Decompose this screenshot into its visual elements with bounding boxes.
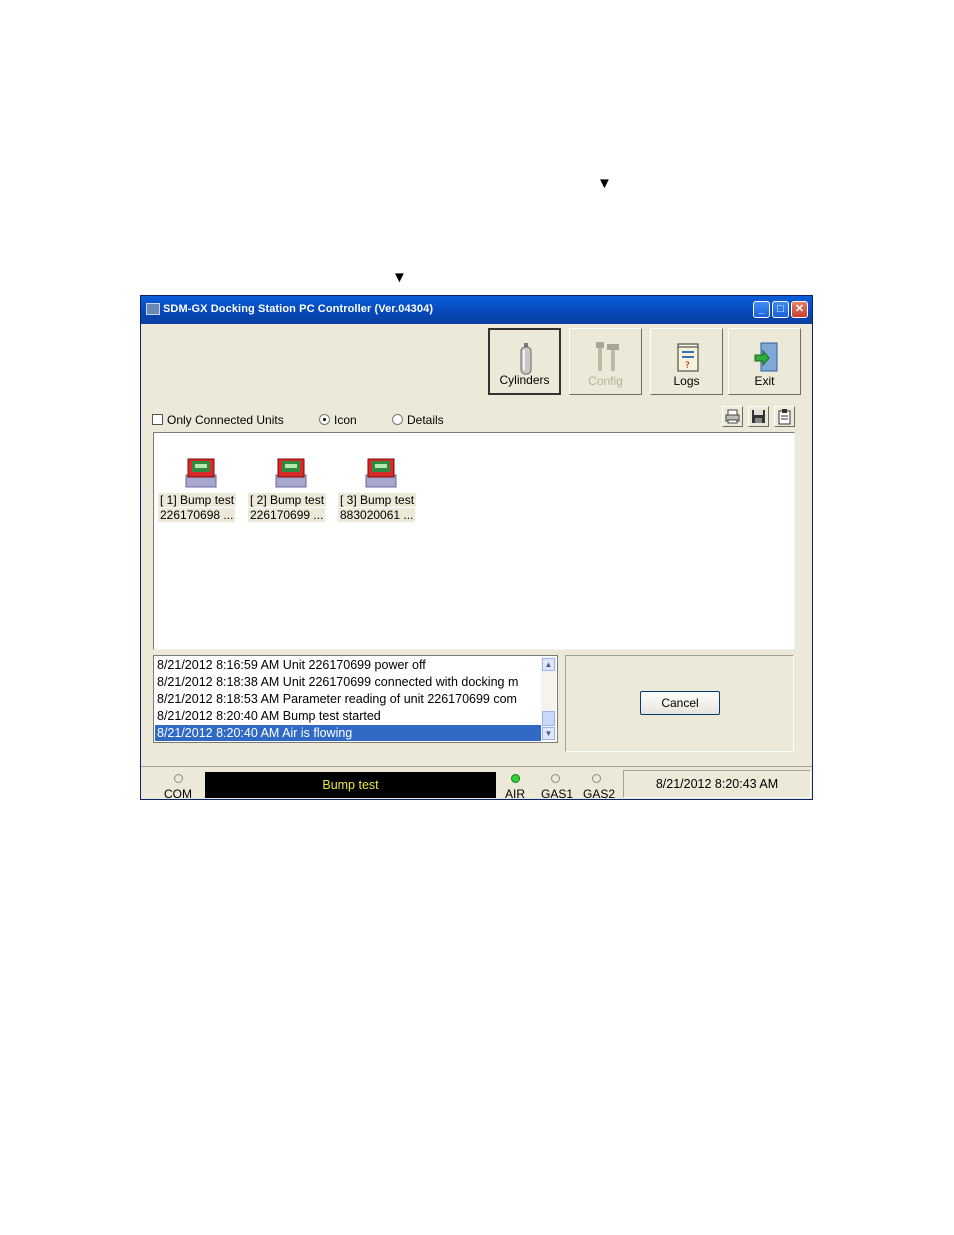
unit-serial-label: 226170698 ... — [158, 508, 236, 522]
gas1-indicator-light — [551, 774, 560, 783]
log-entry[interactable]: 8/21/2012 8:18:38 AM Unit 226170699 conn… — [157, 674, 542, 690]
logs-label: Logs — [673, 374, 700, 388]
cancel-button[interactable]: Cancel — [640, 691, 720, 715]
gas2-label: GAS2 — [583, 787, 616, 801]
icon-view-radio[interactable]: Icon — [319, 413, 357, 427]
gas1-label: GAS1 — [541, 787, 574, 801]
arrow-marker-1: ▼ — [597, 175, 612, 192]
docking-unit-icon — [275, 458, 307, 488]
unit-item-2[interactable]: [ 2] Bump test 226170699 ... — [248, 453, 334, 525]
status-display: Bump test — [205, 772, 496, 798]
docking-unit-icon — [185, 458, 217, 488]
only-connected-checkbox[interactable]: Only Connected Units — [152, 413, 284, 427]
log-scrollbar[interactable]: ▲ ▼ — [541, 657, 556, 741]
details-view-radio[interactable]: Details — [392, 413, 444, 427]
log-entry[interactable]: 8/21/2012 8:20:40 AM Bump test started — [157, 708, 542, 724]
docking-unit-icon — [365, 458, 397, 488]
radio-details[interactable] — [392, 414, 403, 425]
gas2-indicator-light — [592, 774, 601, 783]
com-label: COM — [164, 787, 192, 801]
exit-door-icon — [754, 342, 778, 372]
scroll-up-arrow[interactable]: ▲ — [542, 658, 555, 671]
printer-icon — [725, 409, 740, 424]
unit-serial-label: 883020061 ... — [338, 508, 416, 522]
air-indicator-light — [511, 774, 520, 783]
copy-to-clipboard-button[interactable] — [774, 406, 795, 427]
save-button[interactable] — [748, 406, 769, 427]
unit-status-label: [ 3] Bump test — [338, 493, 417, 507]
arrow-marker-2: ▼ — [392, 269, 407, 286]
unit-status-label: [ 2] Bump test — [248, 493, 327, 507]
log-entry[interactable]: 8/21/2012 8:18:53 AM Parameter reading o… — [157, 691, 542, 707]
config-button: Config — [569, 328, 642, 395]
app-window: SDM-GX Docking Station PC Controller (Ve… — [140, 295, 813, 801]
log-entry[interactable]: 8/21/2012 8:16:59 AM Unit 226170699 powe… — [157, 657, 542, 673]
unit-list-panel[interactable]: [ 1] Bump test 226170698 ... [ 2] Bump t… — [153, 432, 795, 650]
scroll-thumb[interactable] — [542, 711, 555, 726]
unit-status-label: [ 1] Bump test — [158, 493, 237, 507]
svg-text:?: ? — [685, 361, 690, 371]
icon-view-label: Icon — [334, 413, 357, 427]
cylinder-icon — [520, 343, 532, 375]
maximize-button[interactable]: □ — [772, 301, 789, 318]
com-indicator-light — [174, 774, 183, 783]
close-button[interactable]: ✕ — [791, 301, 808, 318]
action-panel: Cancel — [565, 655, 794, 752]
unit-serial-label: 226170699 ... — [248, 508, 326, 522]
cylinders-button[interactable]: Cylinders — [488, 328, 561, 395]
logbook-icon: ? — [677, 343, 699, 372]
exit-button[interactable]: Exit — [728, 328, 801, 395]
scroll-down-arrow[interactable]: ▼ — [542, 727, 555, 740]
cylinders-label: Cylinders — [499, 373, 550, 387]
only-connected-label: Only Connected Units — [167, 413, 284, 427]
title-bar[interactable]: SDM-GX Docking Station PC Controller (Ve… — [141, 296, 812, 324]
unit-item-1[interactable]: [ 1] Bump test 226170698 ... — [158, 453, 244, 525]
air-label: AIR — [505, 787, 526, 801]
window-title: SDM-GX Docking Station PC Controller (Ve… — [163, 303, 434, 315]
details-view-label: Details — [407, 413, 444, 427]
floppy-disk-icon — [752, 410, 765, 423]
checkbox-box[interactable] — [152, 414, 163, 425]
app-icon — [146, 303, 160, 315]
tools-icon — [596, 342, 619, 371]
radio-icon-selected[interactable] — [319, 414, 330, 425]
logs-button[interactable]: ? Logs — [650, 328, 723, 395]
minimize-button[interactable]: _ — [753, 301, 770, 318]
unit-item-3[interactable]: [ 3] Bump test 883020061 ... — [338, 453, 424, 525]
log-entry-selected[interactable]: 8/21/2012 8:20:40 AM Air is flowing — [155, 725, 542, 741]
datetime-display: 8/21/2012 8:20:43 AM — [623, 770, 811, 798]
print-button[interactable] — [722, 406, 743, 427]
config-label: Config — [588, 374, 623, 388]
event-log-list[interactable]: 8/21/2012 8:16:59 AM Unit 226170699 powe… — [153, 655, 558, 743]
exit-label: Exit — [754, 374, 775, 388]
status-bar: COM Bump test AIR GAS1 GAS2 8/21/2012 8:… — [141, 766, 812, 801]
clipboard-icon — [778, 409, 791, 425]
